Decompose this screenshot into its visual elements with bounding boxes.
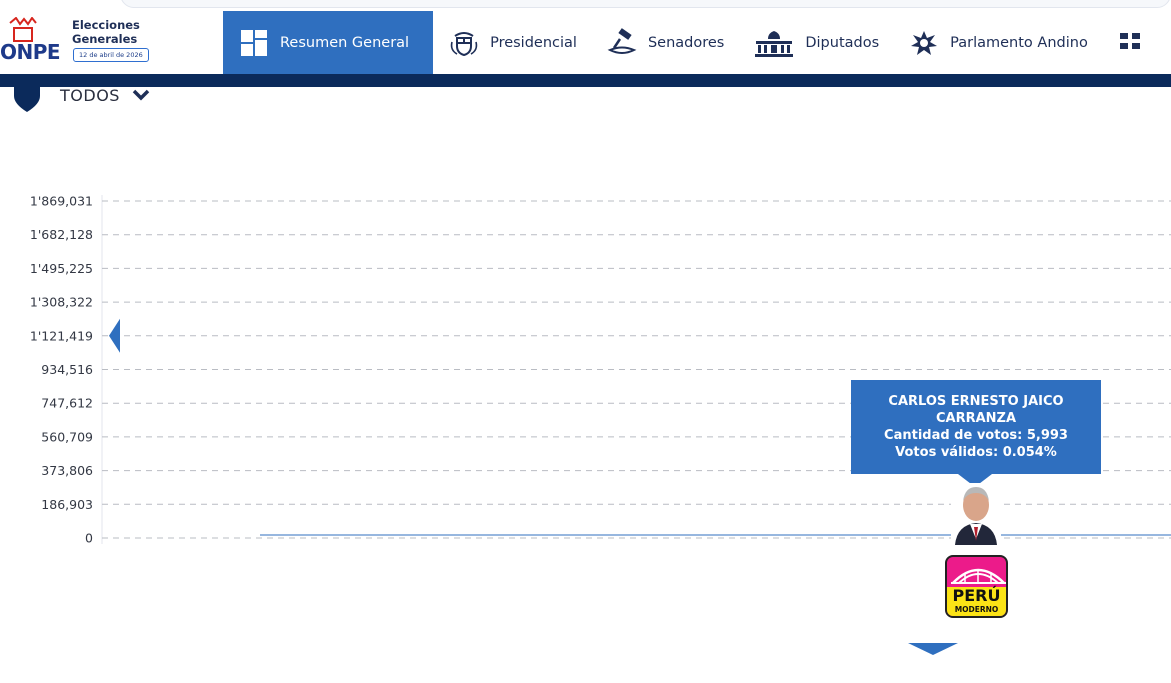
nav-label: Senadores xyxy=(647,34,725,51)
candidate-tooltip: CARLOS ERNESTO JAICO CARRANZA Cantidad d… xyxy=(851,380,1101,474)
onpe-logo[interactable]: ONPE Elecciones Generales 12 de abril de… xyxy=(0,11,200,74)
y-tick-label: 1'308,322 xyxy=(30,295,93,310)
party-logo[interactable]: PERÚ MODERNO xyxy=(945,555,1008,618)
gavel-icon xyxy=(607,27,637,58)
coat-of-arms-icon xyxy=(449,28,479,58)
tooltip-votes: Cantidad de votos: 5,993 xyxy=(884,428,1068,443)
y-tick-label: 1'495,225 xyxy=(30,261,93,276)
logo-title-line2: Generales xyxy=(72,32,138,46)
y-tick-label: 747,612 xyxy=(41,396,93,411)
bridge-icon xyxy=(951,568,1006,584)
y-tick-label: 934,516 xyxy=(41,362,93,377)
filter-label: TODOS xyxy=(60,85,120,105)
y-tick-label: 186,903 xyxy=(41,497,93,512)
election-date-badge: 12 de abril de 2026 xyxy=(73,48,149,62)
y-tick-label: 1'121,419 xyxy=(30,328,93,343)
scroll-down-arrow[interactable] xyxy=(908,643,958,655)
nav-label: Diputados xyxy=(805,34,880,51)
y-tick-label: 1'869,031 xyxy=(30,194,93,209)
main-nav: Resumen General Presidencial Senadores D… xyxy=(223,11,1171,74)
grid-icon xyxy=(239,28,269,58)
logo-title-line1: Elecciones xyxy=(72,18,140,32)
scroll-left-arrow[interactable] xyxy=(109,318,120,353)
browser-top-sliver xyxy=(0,0,1171,11)
nav-item-presidencial[interactable]: Presidencial xyxy=(433,11,591,74)
condor-icon xyxy=(909,28,939,58)
y-tick-label: 0 xyxy=(85,531,93,546)
candidate-photo[interactable] xyxy=(951,483,1001,545)
site-header: ONPE Elecciones Generales 12 de abril de… xyxy=(0,11,1171,74)
tooltip-name-line1: CARLOS ERNESTO JAICO xyxy=(888,394,1064,409)
location-pin-icon xyxy=(14,78,40,112)
nav-label: Parlamento Andino xyxy=(950,34,1088,51)
region-filter[interactable]: TODOS xyxy=(14,78,150,112)
y-tick-label: 373,806 xyxy=(41,463,93,478)
party-brand: PERÚ MODERNO xyxy=(947,586,1006,616)
congress-building-icon xyxy=(754,28,794,58)
y-tick-label: 1'682,128 xyxy=(30,227,93,242)
y-tick-label: 560,709 xyxy=(41,429,93,444)
nav-item-more[interactable] xyxy=(1102,11,1171,74)
party-subname: MODERNO xyxy=(954,605,999,614)
party-name: PERÚ xyxy=(952,586,1001,605)
nav-item-diputados[interactable]: Diputados xyxy=(738,11,893,74)
chevron-down-icon[interactable] xyxy=(132,88,150,102)
brand-wordmark: ONPE xyxy=(0,40,61,64)
nav-item-parlamento-andino[interactable]: Parlamento Andino xyxy=(893,11,1102,74)
nav-item-senadores[interactable]: Senadores xyxy=(591,11,738,74)
nav-item-resumen-general[interactable]: Resumen General xyxy=(223,11,434,74)
tooltip-valid-votes: Votos válidos: 0.054% xyxy=(895,445,1057,460)
tooltip-name-line2: CARRANZA xyxy=(935,411,1017,426)
search-bar[interactable] xyxy=(120,0,1171,8)
nav-label: Resumen General xyxy=(280,34,410,51)
header-accent-bar xyxy=(0,74,1171,87)
people-icon xyxy=(1116,28,1146,58)
nav-label: Presidencial xyxy=(490,34,577,51)
